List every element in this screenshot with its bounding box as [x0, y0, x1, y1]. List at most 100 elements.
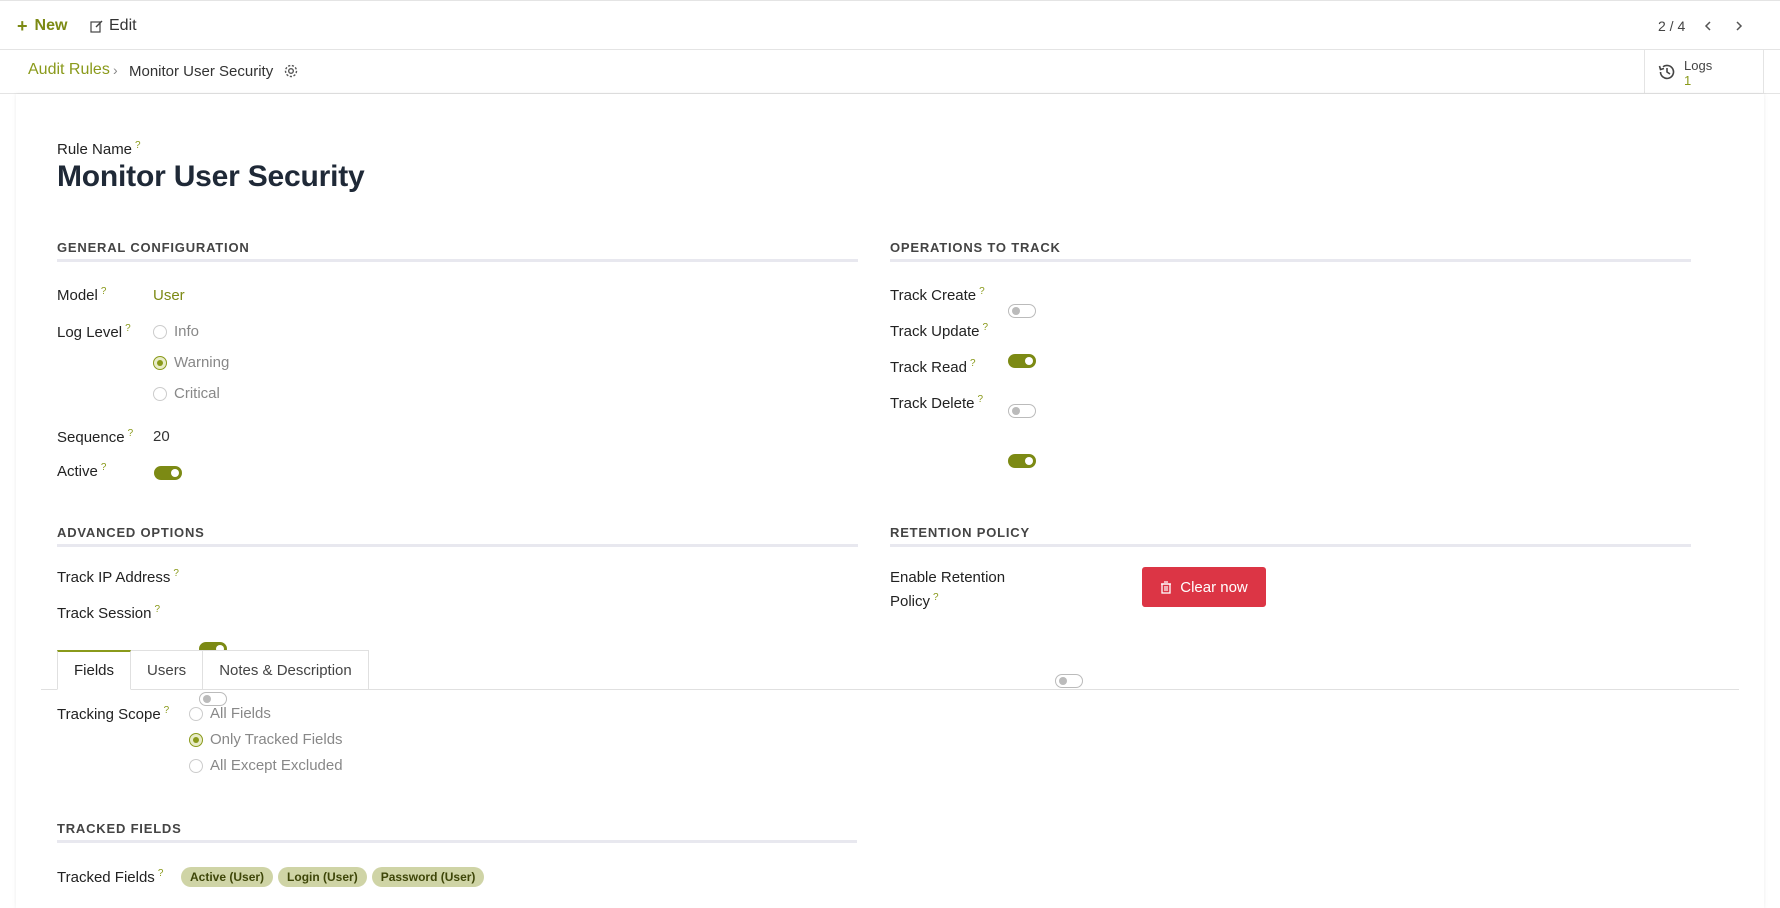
rule-name-field[interactable]: Monitor User Security [57, 160, 365, 194]
tag-login-user[interactable]: Login (User) [278, 867, 367, 887]
radio-label: Warning [174, 354, 230, 371]
rule-name-label: Rule Name? [57, 140, 141, 158]
pager-next-button[interactable] [1729, 14, 1749, 38]
breadcrumb-parent-link[interactable]: Audit Rules [28, 61, 110, 79]
track-ip-address-label-text: Track IP Address [57, 569, 171, 586]
tracking-scope-label-text: Tracking Scope [57, 706, 161, 723]
tracking-scope-option-all-except-excluded[interactable]: All Except Excluded [189, 757, 343, 774]
logs-label: Logs [1684, 58, 1713, 73]
sequence-label: Sequence? [57, 428, 133, 446]
radio-button[interactable] [153, 386, 167, 401]
help-icon[interactable]: ? [979, 286, 985, 297]
enable-retention-label-line2: Policy [890, 593, 931, 610]
track-update-label-text: Track Update [890, 323, 980, 340]
chevron-right-icon [1736, 21, 1743, 31]
breadcrumb: Audit Rules › Monitor User Security Logs… [0, 50, 1780, 94]
edit-button-label: Edit [109, 17, 137, 34]
general-configuration-title: GENERAL CONFIGURATION [57, 240, 858, 262]
tracking-scope-option-only-tracked[interactable]: Only Tracked Fields [189, 731, 343, 748]
form-sheet: Rule Name? Monitor User Security GENERAL… [16, 94, 1764, 908]
log-level-label-text: Log Level [57, 324, 123, 341]
help-icon[interactable]: ? [164, 705, 170, 716]
chevron-right-icon: › [113, 62, 118, 78]
track-create-label-text: Track Create [890, 287, 977, 304]
track-session-toggle[interactable] [199, 692, 227, 706]
pager-counter[interactable]: 2 / 4 [1658, 18, 1685, 34]
help-icon[interactable]: ? [101, 462, 107, 473]
tracking-scope-option-all-fields[interactable]: All Fields [189, 705, 271, 722]
radio-label: All Except Excluded [210, 757, 343, 774]
logs-count: 1 [1684, 73, 1692, 88]
help-icon[interactable]: ? [977, 394, 983, 405]
help-icon[interactable]: ? [158, 868, 164, 879]
radio-button[interactable] [189, 706, 203, 721]
radio-button[interactable] [189, 732, 203, 747]
trash-icon [1161, 580, 1172, 594]
help-icon[interactable]: ? [135, 140, 141, 151]
tracked-fields-tags[interactable]: Active (User) Login (User) Password (User) [181, 867, 489, 887]
help-icon[interactable]: ? [101, 286, 107, 297]
retention-policy-title: RETENTION POLICY [890, 525, 1691, 547]
track-delete-label: Track Delete? [890, 394, 983, 412]
advanced-options-title: ADVANCED OPTIONS [57, 525, 858, 547]
operations-to-track-title: OPERATIONS TO TRACK [890, 240, 1691, 262]
tab-notes-description[interactable]: Notes & Description [203, 650, 369, 690]
enable-retention-policy-toggle[interactable] [1055, 674, 1083, 688]
tracked-fields-label-text: Tracked Fields [57, 869, 155, 886]
breadcrumb-current: Monitor User Security [129, 63, 274, 80]
radio-label: Only Tracked Fields [210, 731, 343, 748]
gear-icon[interactable] [283, 63, 299, 79]
chevron-left-icon [1704, 21, 1711, 31]
clear-now-button[interactable]: Clear now [1142, 567, 1266, 607]
sequence-field[interactable]: 20 [153, 428, 170, 445]
help-icon[interactable]: ? [154, 604, 160, 615]
radio-button[interactable] [153, 355, 167, 370]
tag-password-user[interactable]: Password (User) [371, 867, 485, 887]
history-icon [1658, 64, 1675, 80]
help-icon[interactable]: ? [982, 322, 988, 333]
track-update-label: Track Update? [890, 322, 988, 340]
track-delete-toggle[interactable] [1008, 454, 1036, 468]
radio-label: Critical [174, 385, 220, 402]
help-icon[interactable]: ? [128, 428, 134, 439]
control-panel: + New Edit 2 / 4 [0, 0, 1780, 50]
enable-retention-policy-label: Enable Retention Policy? [890, 568, 1005, 612]
track-create-label: Track Create? [890, 286, 985, 304]
pager-previous-button[interactable] [1698, 14, 1718, 38]
help-icon[interactable]: ? [933, 592, 939, 603]
edit-button[interactable]: Edit [90, 15, 137, 37]
active-toggle[interactable] [154, 466, 182, 480]
help-icon[interactable]: ? [970, 358, 976, 369]
log-level-label: Log Level? [57, 323, 131, 341]
help-icon[interactable]: ? [173, 568, 179, 579]
new-button-label: New [34, 17, 68, 34]
log-level-option-info[interactable]: Info [153, 323, 199, 340]
radio-button[interactable] [189, 758, 203, 773]
new-button[interactable]: + New [17, 15, 67, 37]
radio-button[interactable] [153, 324, 167, 339]
track-read-toggle[interactable] [1008, 404, 1036, 418]
tracking-scope-label: Tracking Scope? [57, 705, 169, 723]
logs-smart-button[interactable]: Logs 1 [1644, 50, 1764, 94]
active-label: Active? [57, 462, 106, 480]
track-ip-address-label: Track IP Address? [57, 568, 179, 586]
tab-fields[interactable]: Fields [57, 650, 132, 690]
tag-active-user[interactable]: Active (User) [181, 867, 274, 887]
clear-now-label: Clear now [1180, 578, 1248, 596]
radio-label: Info [174, 323, 200, 340]
tab-users[interactable]: Users [131, 650, 204, 690]
tracked-fields-label: Tracked Fields? [57, 868, 163, 886]
radio-label: All Fields [210, 705, 271, 722]
help-icon[interactable]: ? [125, 323, 131, 334]
model-label: Model? [57, 286, 106, 304]
track-create-toggle[interactable] [1008, 304, 1036, 318]
track-session-label-text: Track Session [57, 605, 152, 622]
track-read-label: Track Read? [890, 358, 976, 376]
track-session-label: Track Session? [57, 604, 160, 622]
log-level-option-critical[interactable]: Critical [153, 385, 220, 402]
track-read-label-text: Track Read [890, 359, 967, 376]
plus-icon: + [17, 16, 28, 36]
track-update-toggle[interactable] [1008, 354, 1036, 368]
log-level-option-warning[interactable]: Warning [153, 354, 229, 371]
model-field[interactable]: User [153, 287, 185, 304]
